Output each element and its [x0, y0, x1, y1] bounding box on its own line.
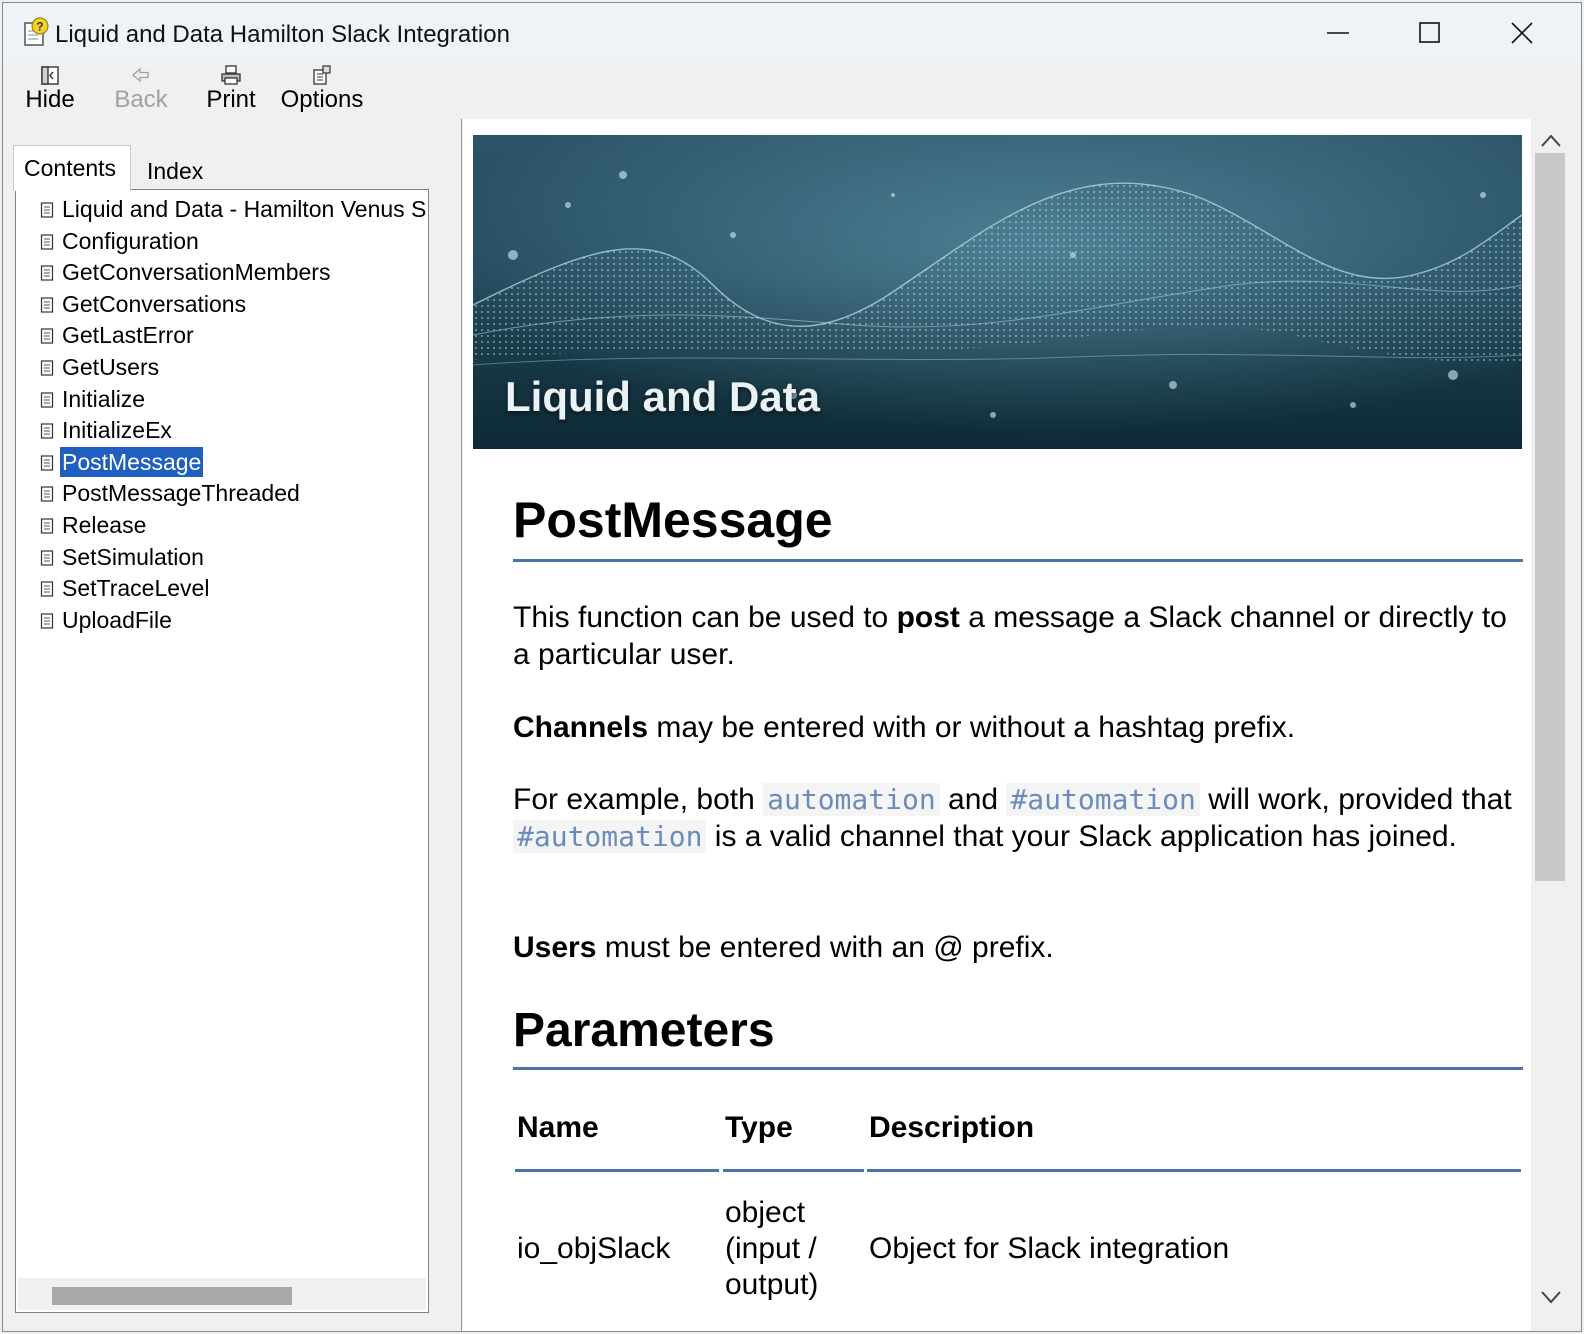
- help-window: ? Liquid and Data Hamilton Slack Integra…: [2, 2, 1582, 1332]
- horizontal-scroll-thumb[interactable]: [52, 1287, 292, 1305]
- document-icon: [40, 423, 54, 439]
- intro-bold: post: [896, 601, 960, 634]
- document-icon: [40, 233, 54, 250]
- tab-index[interactable]: Index: [137, 149, 217, 191]
- param-description-cell: Object for Slack integration: [869, 1232, 1230, 1265]
- document-icon: [40, 486, 54, 502]
- tree-item-label: GetConversations: [62, 290, 247, 317]
- document-icon: [40, 297, 54, 313]
- back-button[interactable]: Back: [113, 63, 169, 117]
- options-icon: [313, 65, 331, 85]
- example-text-4: is a valid channel that your Slack appli…: [706, 820, 1457, 853]
- column-header-type: Type: [725, 1111, 793, 1144]
- svg-text:?: ?: [36, 20, 43, 34]
- maximize-button[interactable]: [1395, 11, 1465, 55]
- document-icon: [40, 391, 54, 408]
- document-icon: [40, 518, 54, 534]
- maximize-icon: [1419, 22, 1440, 43]
- navigation-pane: Contents Index Liquid and Data - Hamilto…: [3, 119, 451, 1331]
- document-icon: [40, 202, 54, 218]
- page-title: PostMessage: [513, 492, 833, 548]
- tree-item-label: UploadFile: [62, 606, 172, 633]
- close-icon: [1511, 22, 1533, 44]
- document-icon: [40, 360, 54, 376]
- document-icon: [40, 328, 54, 344]
- document-icon: [40, 265, 54, 281]
- tree-item-label: Release: [62, 512, 147, 538]
- tree-item-label: GetLastError: [62, 322, 194, 349]
- scroll-down-arrow-icon[interactable]: [1539, 1287, 1563, 1307]
- param-type-cell: object (input / output): [725, 1195, 818, 1303]
- document-icon: [40, 613, 54, 629]
- minimize-icon: [1327, 32, 1349, 34]
- code-hash-automation-2: #automation: [513, 820, 707, 853]
- tree-item-label: SetTraceLevel: [62, 575, 210, 602]
- users-text: must be entered with an @ prefix.: [596, 931, 1054, 964]
- print-label: Print: [206, 86, 256, 113]
- parameters-heading: Parameters: [513, 1004, 775, 1057]
- param-name-cell: io_objSlack: [517, 1232, 671, 1265]
- header-rule-description: [867, 1169, 1521, 1172]
- title-bar: ? Liquid and Data Hamilton Slack Integra…: [3, 3, 1581, 61]
- header-rule-name: [515, 1169, 719, 1172]
- scroll-up-arrow-icon[interactable]: [1539, 131, 1563, 151]
- header-rule-type: [723, 1169, 864, 1172]
- header-banner: Liquid and Data: [473, 135, 1522, 449]
- users-bold: Users: [513, 931, 597, 964]
- pane-splitter[interactable]: [450, 119, 462, 1331]
- tree-item-label: GetConversationMembers: [62, 259, 331, 286]
- users-paragraph: Users must be entered with an @ prefix.: [513, 929, 1525, 966]
- column-header-name: Name: [517, 1111, 599, 1144]
- back-arrow-icon: [132, 67, 149, 83]
- back-label: Back: [114, 86, 168, 113]
- hide-button[interactable]: Hide: [23, 63, 77, 117]
- example-text-1: For example, both: [513, 783, 764, 816]
- tree-item-label: Configuration: [62, 227, 199, 254]
- topic-content: Liquid and Data PostMessage This functio…: [463, 119, 1531, 1331]
- intro-text-1: This function can be used to: [513, 601, 897, 634]
- example-text-3: will work, provided that: [1199, 783, 1512, 816]
- title-underline: [513, 559, 1523, 562]
- options-label: Options: [280, 86, 364, 113]
- banner-title: Liquid and Data: [505, 373, 820, 420]
- tree-item-label: Initialize: [62, 385, 146, 412]
- minimize-button[interactable]: [1303, 11, 1373, 55]
- channels-paragraph: Channels may be entered with or without …: [513, 709, 1525, 746]
- tree-item-label: PostMessage: [60, 446, 204, 477]
- hide-label: Hide: [25, 86, 75, 113]
- document-icon: [40, 549, 54, 566]
- window-title: Liquid and Data Hamilton Slack Integrati…: [55, 21, 510, 48]
- code-automation: automation: [763, 783, 940, 816]
- tree-item-label: InitializeEx: [62, 417, 172, 444]
- horizontal-scrollbar[interactable]: [18, 1278, 426, 1310]
- hide-pane-icon: [41, 66, 59, 85]
- options-button[interactable]: Options: [279, 63, 365, 117]
- column-header-description: Description: [869, 1111, 1035, 1144]
- tab-contents[interactable]: Contents: [13, 145, 131, 191]
- vertical-scrollbar[interactable]: [1531, 119, 1571, 1331]
- close-button[interactable]: [1487, 11, 1557, 55]
- param-type-line-3: output): [725, 1268, 819, 1301]
- document-icon: [40, 455, 54, 471]
- tree-item-label: Liquid and Data - Hamilton Venus S: [62, 196, 427, 222]
- toolbar: Hide Back Print Options: [3, 61, 1581, 119]
- code-hash-automation: #automation: [1006, 783, 1200, 816]
- parameters-underline: [513, 1067, 1523, 1070]
- example-paragraph: For example, both automation and #automa…: [513, 781, 1525, 855]
- print-button[interactable]: Print: [205, 63, 257, 117]
- tree-item-label: GetUsers: [62, 354, 160, 380]
- channels-text: may be entered with or without a hashtag…: [648, 711, 1296, 744]
- tree-item-label: SetSimulation: [62, 543, 204, 570]
- channels-bold: Channels: [513, 711, 649, 744]
- tree-item-label: PostMessageThreaded: [62, 480, 300, 507]
- document-icon: [40, 581, 54, 597]
- printer-icon: [221, 65, 241, 85]
- intro-paragraph: This function can be used to post a mess…: [513, 599, 1525, 673]
- param-type-line-2: (input /: [725, 1232, 817, 1265]
- help-file-icon: ?: [24, 17, 49, 46]
- contents-tree: Liquid and Data - Hamilton Venus S Config…: [15, 189, 429, 1313]
- vertical-scroll-thumb[interactable]: [1535, 153, 1565, 881]
- example-text-2: and: [939, 783, 1007, 816]
- param-type-line-1: object: [725, 1196, 806, 1229]
